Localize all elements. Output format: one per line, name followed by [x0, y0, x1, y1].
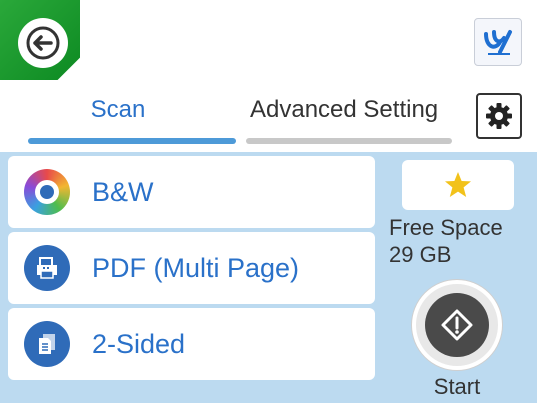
two-sided-label: 2-Sided — [92, 328, 186, 359]
file-format-option[interactable]: PDF (Multi Page) — [8, 232, 375, 304]
free-space-label: Free Space — [389, 215, 503, 240]
tab-scan-indicator — [28, 138, 236, 144]
tab-scan[interactable]: Scan — [0, 96, 236, 124]
free-space-value: 29 GB — [389, 242, 452, 267]
file-format-icon — [24, 245, 70, 291]
start-label: Start — [433, 374, 481, 399]
gear-icon — [486, 103, 512, 129]
two-sided-icon — [24, 321, 70, 367]
two-sided-option[interactable]: 2-Sided — [8, 308, 375, 380]
star-icon — [445, 172, 471, 197]
color-mode-option[interactable]: B&W — [8, 156, 375, 228]
file-format-label: PDF (Multi Page) — [92, 252, 300, 283]
color-mode-icon — [24, 169, 70, 215]
favorite-button[interactable] — [402, 160, 514, 210]
tab-advanced-settings[interactable]: Advanced Setting — [250, 96, 450, 124]
start-button-inner — [425, 293, 489, 357]
document-capture-icon — [484, 30, 512, 55]
start-icon — [441, 309, 473, 341]
tab-advanced-indicator — [246, 138, 452, 144]
back-arrow-icon — [26, 26, 60, 60]
start-button[interactable] — [412, 280, 502, 370]
back-button[interactable] — [18, 18, 68, 68]
document-capture-button[interactable] — [474, 18, 522, 66]
color-mode-label: B&W — [92, 176, 154, 207]
settings-button[interactable] — [476, 93, 522, 139]
